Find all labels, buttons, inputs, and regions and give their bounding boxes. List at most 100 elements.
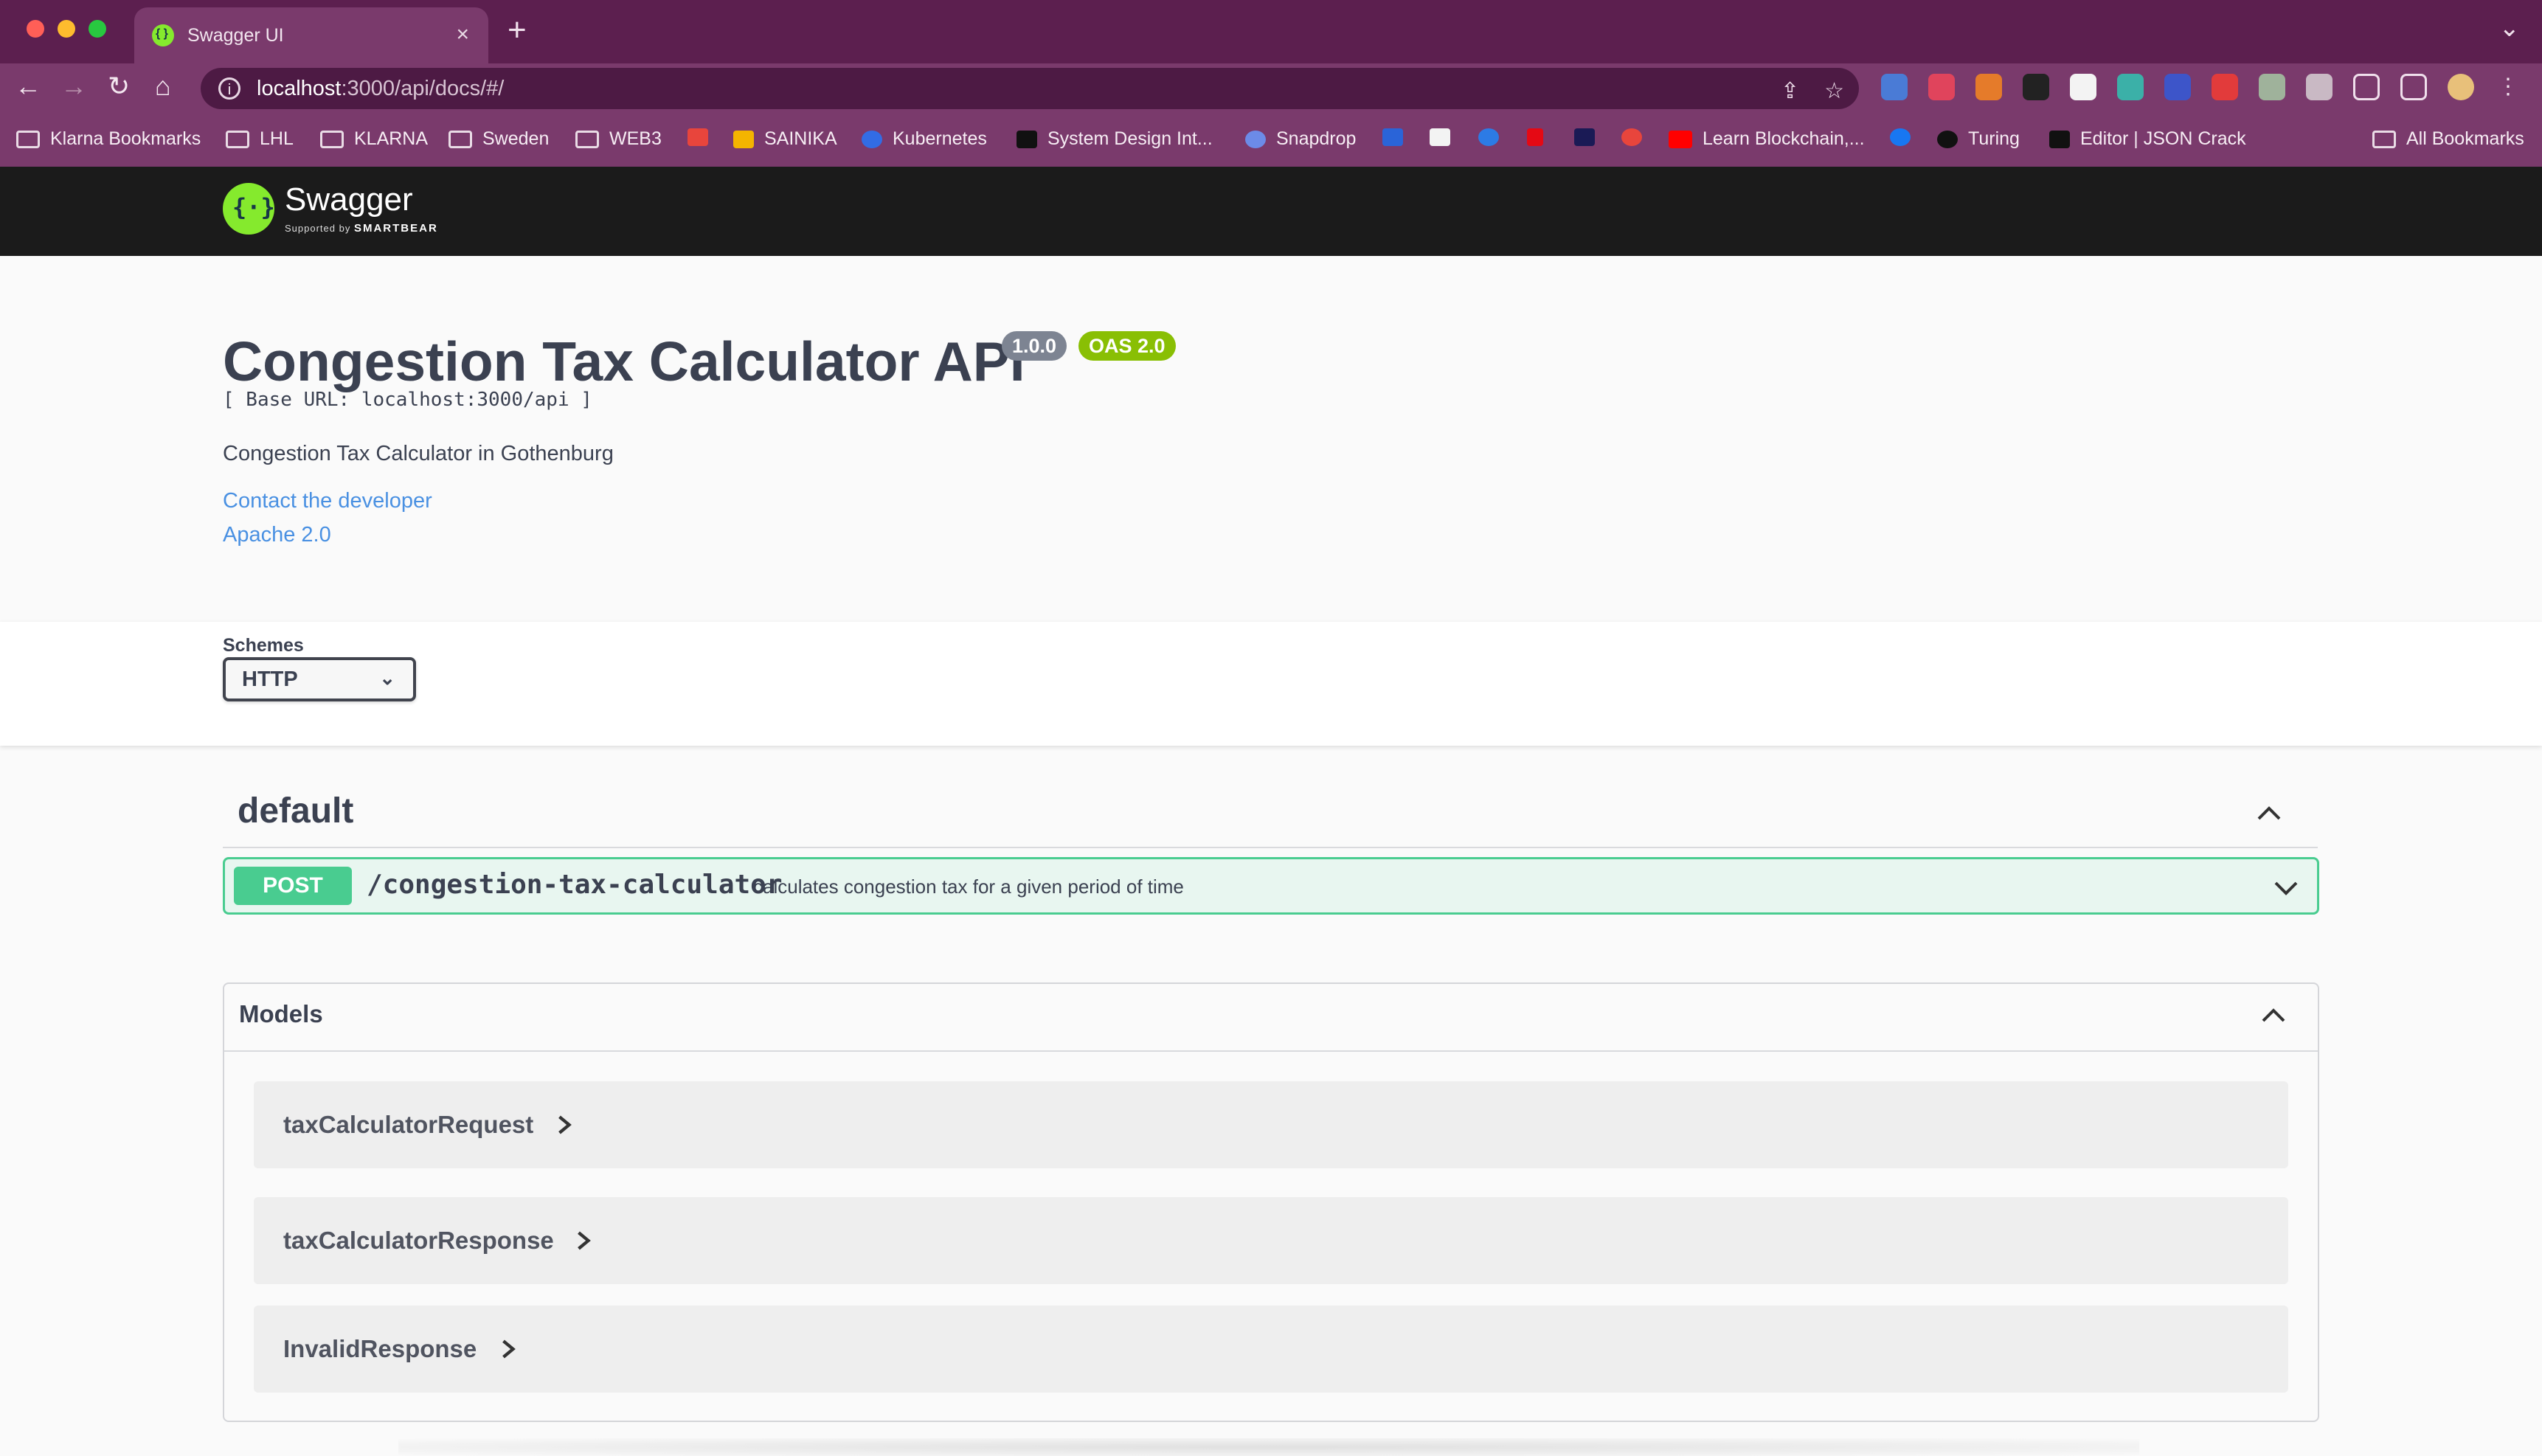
snapdrop-icon: [1245, 130, 1266, 148]
grammarly-icon[interactable]: [1621, 128, 1652, 146]
facebook-icon[interactable]: [1890, 128, 1921, 146]
tag-title: default: [238, 791, 354, 831]
tag-header-default[interactable]: default: [223, 783, 2318, 848]
drive-icon: [733, 130, 754, 148]
bookmark-turing[interactable]: Turing: [1937, 128, 2020, 150]
schemes-select[interactable]: HTTP ⌄: [223, 657, 416, 701]
bookmark-learn-blockchain[interactable]: Learn Blockchain,...: [1669, 128, 1865, 150]
model-name: taxCalculatorResponse: [283, 1227, 554, 1254]
model-item[interactable]: InvalidResponse: [254, 1306, 2288, 1393]
network-extension-icon[interactable]: [2117, 74, 2144, 100]
kubernetes-icon: [862, 130, 882, 148]
bottom-shadow: [398, 1438, 2139, 1456]
site-info-icon[interactable]: i: [218, 77, 240, 100]
folder-icon: [226, 130, 249, 148]
operation-summary: calculates congestion tax for a given pe…: [753, 876, 1184, 898]
group-extension-icon[interactable]: [2259, 74, 2285, 100]
operation-path: /congestion-tax-calculator: [367, 870, 783, 900]
browser-tab-active[interactable]: Swagger UI ×: [134, 7, 488, 63]
version-badge: 1.0.0: [1002, 331, 1067, 361]
bookmark-icon-3[interactable]: [1478, 128, 1509, 146]
models-header[interactable]: Models: [224, 984, 2318, 1052]
chevron-right-icon[interactable]: [575, 1231, 592, 1250]
bookmark-snapdrop[interactable]: Snapdrop: [1245, 128, 1356, 150]
tab-search-chevron-icon[interactable]: ⌄: [2499, 13, 2521, 43]
folder-icon: [16, 130, 40, 148]
json-crack-icon: [2049, 130, 2070, 148]
window-minimize-button[interactable]: [58, 20, 75, 38]
folder-icon: [2372, 130, 2396, 148]
home-icon[interactable]: ⌂: [155, 71, 171, 102]
chevron-right-icon[interactable]: [500, 1339, 516, 1359]
model-item[interactable]: taxCalculatorResponse: [254, 1197, 2288, 1284]
forward-arrow-icon[interactable]: →: [60, 71, 87, 102]
chevron-up-icon[interactable]: [2259, 1002, 2288, 1031]
youtube-icon: [1669, 130, 1692, 148]
tab-close-icon[interactable]: ×: [456, 22, 469, 47]
swagger-logo-title: Swagger: [285, 181, 413, 218]
url-host: localhost: [257, 76, 342, 100]
bookmark-sainika[interactable]: SAINIKA: [733, 128, 837, 150]
browser-menu-icon[interactable]: ⋮: [2495, 74, 2521, 100]
back-arrow-icon[interactable]: ←: [15, 71, 41, 102]
translate-extension-icon[interactable]: [1881, 74, 1908, 100]
bookmark-json-crack[interactable]: Editor | JSON Crack: [2049, 128, 2246, 150]
chevron-right-icon[interactable]: [556, 1115, 572, 1134]
base-url: [ Base URL: localhost:3000/api ]: [223, 389, 592, 411]
new-tab-button[interactable]: +: [508, 12, 527, 49]
blue-extension-icon[interactable]: [2164, 74, 2191, 100]
bookmark-icon-2[interactable]: [1430, 128, 1461, 146]
api-description: Congestion Tax Calculator in Gothenburg: [223, 442, 614, 465]
bookmark-klarna-bookmarks[interactable]: Klarna Bookmarks: [16, 128, 201, 150]
swagger-logo[interactable]: {·} Swagger Supported by SMARTBEAR: [223, 183, 438, 235]
chevron-up-icon[interactable]: [2254, 800, 2284, 829]
contact-developer-link[interactable]: Contact the developer: [223, 489, 432, 513]
tools-extension-icon[interactable]: [1975, 74, 2002, 100]
chevron-down-icon[interactable]: [2271, 873, 2301, 902]
address-bar[interactable]: i localhost:3000/api/docs/#/ ⇪ ☆: [201, 68, 1859, 109]
share-icon[interactable]: ⇪: [1781, 78, 1799, 104]
bookmark-all-bookmarks[interactable]: All Bookmarks: [2372, 128, 2524, 150]
oas-badge: OAS 2.0: [1078, 331, 1176, 361]
bookmark-system-design[interactable]: System Design Int...: [1017, 128, 1213, 150]
bookmark-klarna[interactable]: KLARNA: [320, 128, 428, 150]
puzzle-extensions-icon[interactable]: [2353, 74, 2380, 100]
window-close-button[interactable]: [27, 20, 44, 38]
bookmark-kubernetes[interactable]: Kubernetes: [862, 128, 987, 150]
bookmark-star-icon[interactable]: ☆: [1824, 78, 1844, 104]
swagger-logo-subtitle: Supported by SMARTBEAR: [285, 221, 438, 235]
models-title: Models: [239, 1000, 323, 1027]
swagger-logo-icon: {·}: [223, 183, 275, 235]
k-extension-icon[interactable]: [2306, 74, 2333, 100]
bookmark-sweden[interactable]: Sweden: [449, 128, 549, 150]
sidebar-panel-icon[interactable]: [2400, 74, 2427, 100]
operation-post[interactable]: POST /congestion-tax-calculator calculat…: [223, 857, 2319, 915]
swagger-topbar: {·} Swagger Supported by SMARTBEAR: [0, 167, 2542, 256]
netflix-icon[interactable]: [1527, 128, 1554, 146]
bookmark-icon-1[interactable]: [1382, 128, 1413, 146]
gmail-bookmark-icon[interactable]: [688, 128, 718, 146]
reload-icon[interactable]: ↻: [108, 71, 130, 102]
profile-avatar[interactable]: [2448, 74, 2474, 100]
license-link[interactable]: Apache 2.0: [223, 523, 331, 547]
model-name: taxCalculatorRequest: [283, 1111, 534, 1138]
pocket-extension-icon[interactable]: [1928, 74, 1955, 100]
tab-title: Swagger UI: [187, 24, 284, 46]
window-maximize-button[interactable]: [89, 20, 106, 38]
red-extension-icon[interactable]: [2212, 74, 2238, 100]
extension-icons: ⋮: [1881, 74, 2521, 100]
folder-icon: [320, 130, 344, 148]
react-devtools-extension-icon[interactable]: [2023, 74, 2049, 100]
url-path: :3000/api/docs/#/: [341, 76, 505, 100]
api-title: Congestion Tax Calculator API: [223, 330, 1025, 392]
api-info: Congestion Tax Calculator API 1.0.0 OAS …: [0, 256, 2542, 622]
bookmark-web3[interactable]: WEB3: [575, 128, 662, 150]
bookmark-icon-4[interactable]: [1574, 128, 1605, 146]
schemes-selected-value: HTTP: [242, 668, 298, 691]
bookmark-lhl[interactable]: LHL: [226, 128, 294, 150]
pen-extension-icon[interactable]: [2070, 74, 2096, 100]
schemes-container: Schemes HTTP ⌄: [0, 622, 2542, 746]
folder-icon: [449, 130, 472, 148]
model-item[interactable]: taxCalculatorRequest: [254, 1081, 2288, 1168]
chevron-down-icon: ⌄: [379, 667, 395, 689]
